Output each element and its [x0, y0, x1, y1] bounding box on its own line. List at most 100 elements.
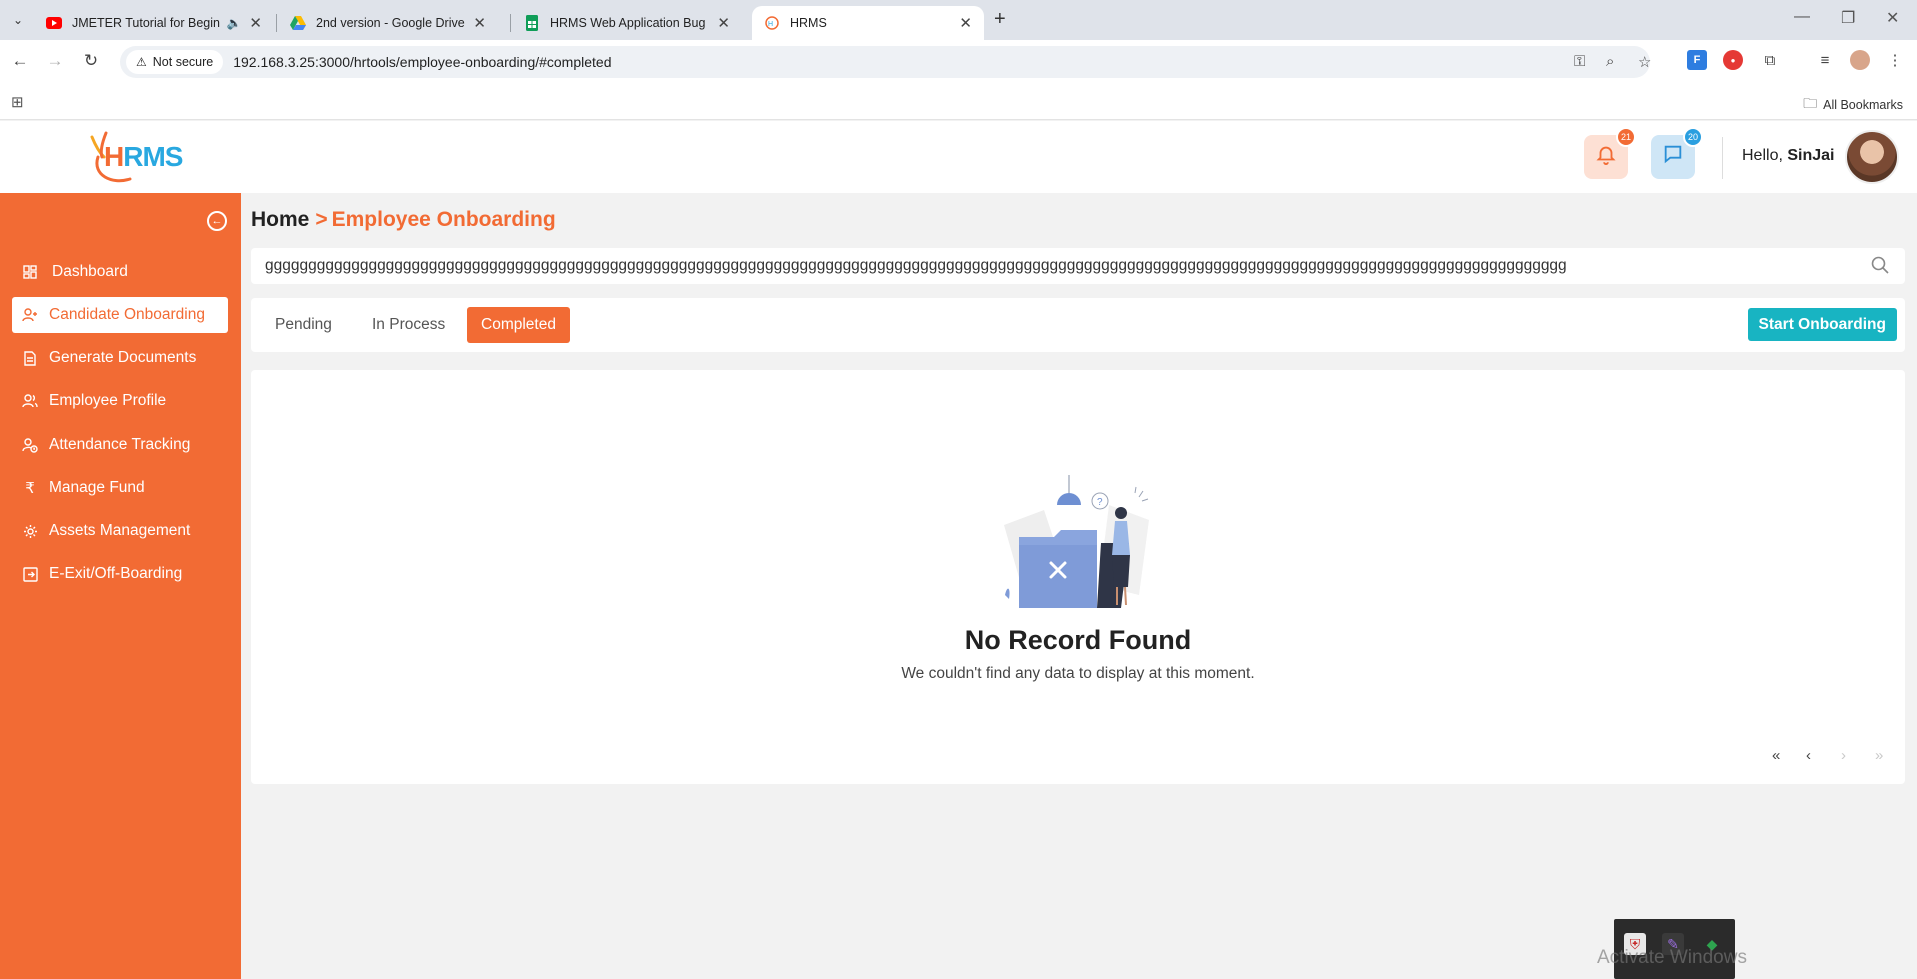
browser-tabstrip: ⌄ JMETER Tutorial for Beginne 🔈 ✕ 2nd ve… [0, 0, 1917, 40]
sidebar-item-label: Assets Management [49, 522, 191, 539]
profile-avatar-icon[interactable] [1850, 50, 1870, 70]
results-card: ? No Record Found We couldn't find any d… [251, 370, 1905, 784]
search-bar [251, 248, 1905, 284]
speaker-icon[interactable]: 🔈 [226, 16, 241, 30]
close-icon[interactable]: ✕ [717, 14, 730, 32]
browser-tab-hrms[interactable]: H HRMS ✕ [752, 6, 984, 40]
back-icon[interactable]: ← [9, 51, 31, 71]
windows-activation-watermark: Activate Windows [1597, 947, 1747, 968]
sidebar-item-candidate-onboarding[interactable]: Candidate Onboarding [12, 297, 228, 333]
bell-icon [1595, 143, 1617, 171]
apps-grid-icon[interactable]: ⊞ [11, 93, 24, 111]
status-tabs-bar: Pending In Process Completed Start Onboa… [251, 298, 1905, 352]
close-icon[interactable]: ✕ [959, 14, 972, 32]
user-greeting: Hello, SinJai [1742, 147, 1835, 165]
messages-badge: 20 [1683, 127, 1703, 147]
next-page-icon[interactable]: › [1841, 747, 1846, 764]
all-bookmarks-button[interactable]: 🗀 All Bookmarks [1803, 93, 1903, 117]
svg-text:?: ? [1097, 497, 1103, 508]
header-divider [1722, 137, 1723, 179]
empty-state-subtitle: We couldn't find any data to display at … [901, 665, 1255, 682]
url-text[interactable]: 192.168.3.25:3000/hrtools/employee-onboa… [233, 54, 611, 70]
browser-menu-icon[interactable]: ⋮ [1885, 50, 1905, 70]
sidebar-item-label: Dashboard [52, 263, 128, 280]
close-icon[interactable]: ✕ [473, 14, 486, 32]
password-key-icon[interactable]: ⚿ [1574, 53, 1585, 70]
sidebar-item-employee-profile[interactable]: Employee Profile [12, 383, 228, 419]
tab-title: HRMS Web Application Bug Re [550, 16, 710, 30]
security-chip[interactable]: ⚠ Not secure [126, 50, 224, 74]
sidebar-item-label: Candidate Onboarding [49, 306, 205, 323]
forward-icon[interactable]: → [44, 51, 66, 71]
tab-divider [276, 14, 277, 32]
avatar[interactable] [1845, 130, 1899, 184]
hrms-icon: H [764, 15, 780, 31]
tab-search-icon[interactable]: ⌄ [6, 8, 30, 32]
tab-title: 2nd version - Google Drive [316, 16, 465, 30]
browser-tab-sheets[interactable]: HRMS Web Application Bug Re ✕ [512, 6, 742, 40]
close-icon[interactable]: ✕ [249, 14, 262, 32]
zoom-icon[interactable]: ⌕ [1606, 53, 1614, 70]
tab-in-process[interactable]: In Process [358, 307, 459, 343]
new-tab-icon[interactable]: + [994, 8, 1006, 31]
messages-button[interactable]: 20 [1651, 127, 1703, 179]
user-plus-icon [22, 307, 38, 323]
tab-title: HRMS [790, 16, 827, 30]
user-name: SinJai [1787, 147, 1835, 164]
extension-record-icon[interactable]: ● [1723, 50, 1743, 70]
browser-tab-jmeter[interactable]: JMETER Tutorial for Beginne 🔈 ✕ [34, 6, 274, 40]
empty-state-title: No Record Found [964, 625, 1192, 655]
sidebar-item-e-exit[interactable]: E-Exit/Off-Boarding [12, 556, 228, 592]
all-bookmarks-label: All Bookmarks [1823, 98, 1903, 112]
prev-page-icon[interactable]: ‹ [1806, 747, 1811, 764]
breadcrumb: Home > Employee Onboarding [251, 208, 556, 232]
youtube-icon [46, 15, 62, 31]
start-onboarding-button[interactable]: Start Onboarding [1747, 308, 1897, 341]
bookmark-star-icon[interactable]: ☆ [1638, 53, 1651, 71]
logo-rms: RMS [123, 141, 183, 172]
window-close-icon[interactable]: ✕ [1886, 8, 1899, 28]
user-clock-icon [22, 437, 38, 453]
tab-pending[interactable]: Pending [261, 307, 346, 343]
google-drive-icon [290, 15, 306, 31]
notifications-button[interactable]: 21 [1584, 127, 1636, 179]
sidebar-item-manage-fund[interactable]: ₹ Manage Fund [12, 470, 228, 506]
breadcrumb-home[interactable]: Home [251, 208, 309, 231]
security-label: Not secure [152, 55, 214, 69]
sidebar-item-label: Generate Documents [49, 349, 197, 366]
restore-icon[interactable]: ❐ [1841, 8, 1855, 28]
notifications-badge: 21 [1616, 127, 1636, 147]
address-bar[interactable]: ⚠ Not secure 192.168.3.25:3000/hrtools/e… [120, 46, 1651, 78]
app-header: HRMS 21 20 Hello, SinJai [0, 121, 1917, 193]
google-sheets-icon [524, 15, 540, 31]
sidebar-item-label: Employee Profile [49, 392, 167, 409]
collapse-sidebar-icon[interactable]: ← [207, 211, 227, 231]
media-control-icon[interactable]: ≡ [1815, 50, 1835, 70]
search-input[interactable] [265, 248, 1855, 284]
empty-folder-illustration: ? [1004, 475, 1149, 608]
assets-icon [22, 523, 38, 539]
sidebar-item-generate-documents[interactable]: Generate Documents [12, 340, 228, 376]
browser-toolbar: ← → ↻ ⚠ Not secure 192.168.3.25:3000/hrt… [0, 40, 1917, 84]
dashboard-icon [22, 264, 38, 280]
extension-f-icon[interactable]: F [1687, 50, 1707, 70]
tab-title: JMETER Tutorial for Beginne [72, 16, 221, 30]
exit-icon [22, 566, 38, 582]
tab-completed[interactable]: Completed [467, 307, 570, 343]
first-page-icon[interactable]: « [1772, 747, 1780, 764]
reload-icon[interactable]: ↻ [80, 51, 102, 71]
chat-icon [1662, 143, 1684, 171]
extensions-puzzle-icon[interactable]: ⧉ [1760, 50, 1780, 70]
minimize-icon[interactable]: — [1794, 8, 1810, 26]
sidebar-item-assets-management[interactable]: Assets Management [12, 513, 228, 549]
sidebar-item-dashboard[interactable]: Dashboard [12, 254, 228, 290]
document-icon [22, 350, 38, 366]
rupee-icon: ₹ [25, 480, 35, 497]
last-page-icon[interactable]: » [1875, 747, 1883, 764]
logo-wordmark: HRMS [104, 141, 183, 173]
warning-icon: ⚠ [136, 55, 147, 69]
sidebar-item-attendance-tracking[interactable]: Attendance Tracking [12, 427, 228, 463]
search-icon[interactable] [1871, 256, 1891, 276]
logo-h: H [104, 141, 124, 172]
browser-tab-drive[interactable]: 2nd version - Google Drive ✕ [278, 6, 498, 40]
